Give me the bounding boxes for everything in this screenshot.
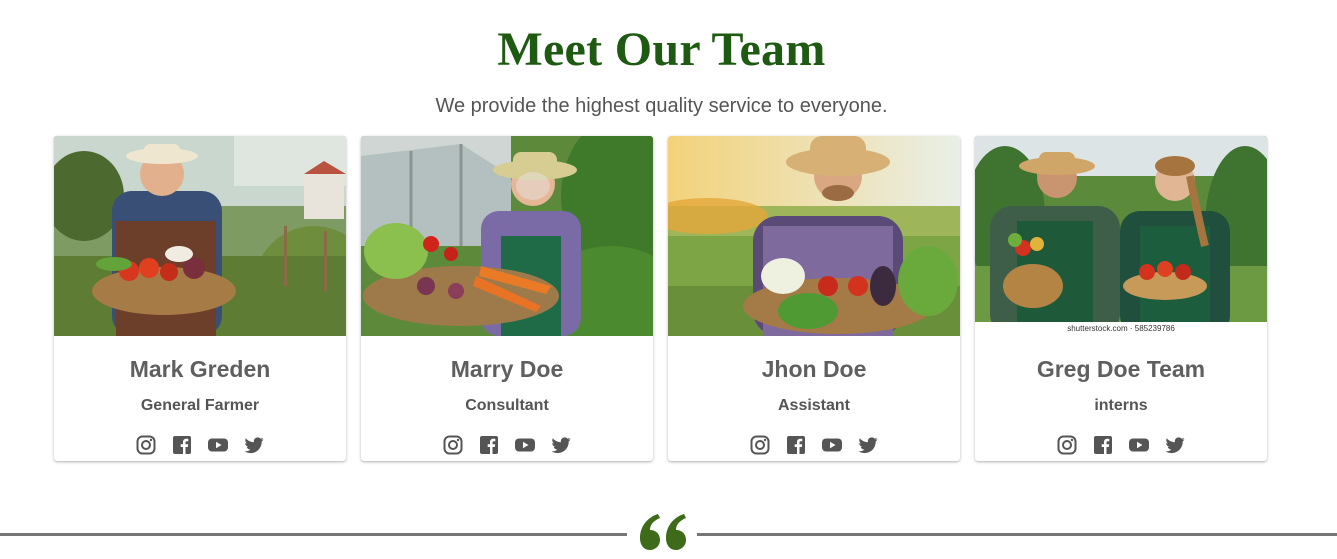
twitter-icon[interactable] xyxy=(1165,435,1185,455)
youtube-icon[interactable] xyxy=(822,435,842,455)
youtube-icon[interactable] xyxy=(208,435,228,455)
twitter-icon[interactable] xyxy=(244,435,264,455)
instagram-icon[interactable] xyxy=(443,435,463,455)
social-links xyxy=(361,435,653,455)
instagram-icon[interactable] xyxy=(1057,435,1077,455)
team-card: Jhon Doe Assistant xyxy=(668,136,960,461)
social-links xyxy=(54,435,346,455)
facebook-icon[interactable] xyxy=(479,435,499,455)
social-links xyxy=(975,435,1267,455)
team-member-photo: shutterstock.com · 585239786 xyxy=(975,136,1267,336)
social-links xyxy=(668,435,960,455)
twitter-icon[interactable] xyxy=(551,435,571,455)
team-cards: Mark Greden General Farmer Marry Doe Con… xyxy=(54,136,1267,461)
team-member-name: Marry Doe xyxy=(450,356,564,382)
team-member-name: Greg Doe Team xyxy=(1036,356,1206,382)
team-member-name: Mark Greden xyxy=(129,356,271,382)
facebook-icon[interactable] xyxy=(786,435,806,455)
divider-line-right xyxy=(697,533,1337,536)
team-card: Marry Doe Consultant xyxy=(361,136,653,461)
twitter-icon[interactable] xyxy=(858,435,878,455)
team-card: Mark Greden General Farmer xyxy=(54,136,346,461)
facebook-icon[interactable] xyxy=(1093,435,1113,455)
youtube-icon[interactable] xyxy=(515,435,535,455)
team-member-role: General Farmer xyxy=(140,397,260,414)
instagram-icon[interactable] xyxy=(750,435,770,455)
quote-icon xyxy=(640,514,686,550)
team-member-photo xyxy=(668,136,960,336)
instagram-icon[interactable] xyxy=(136,435,156,455)
youtube-icon[interactable] xyxy=(1129,435,1149,455)
team-card: shutterstock.com · 585239786 Greg Doe Te… xyxy=(975,136,1267,461)
divider-line-left xyxy=(0,533,627,536)
section-title: Meet Our Team xyxy=(497,23,826,76)
team-member-name: Jhon Doe xyxy=(761,356,867,382)
team-member-role: interns xyxy=(1094,397,1148,414)
photo-watermark: shutterstock.com · 585239786 xyxy=(975,322,1267,336)
team-member-role: Assistant xyxy=(777,397,851,414)
team-member-photo xyxy=(54,136,346,336)
facebook-icon[interactable] xyxy=(172,435,192,455)
team-member-role: Consultant xyxy=(465,397,549,414)
section-subtitle: We provide the highest quality service t… xyxy=(435,95,888,117)
team-member-photo xyxy=(361,136,653,336)
